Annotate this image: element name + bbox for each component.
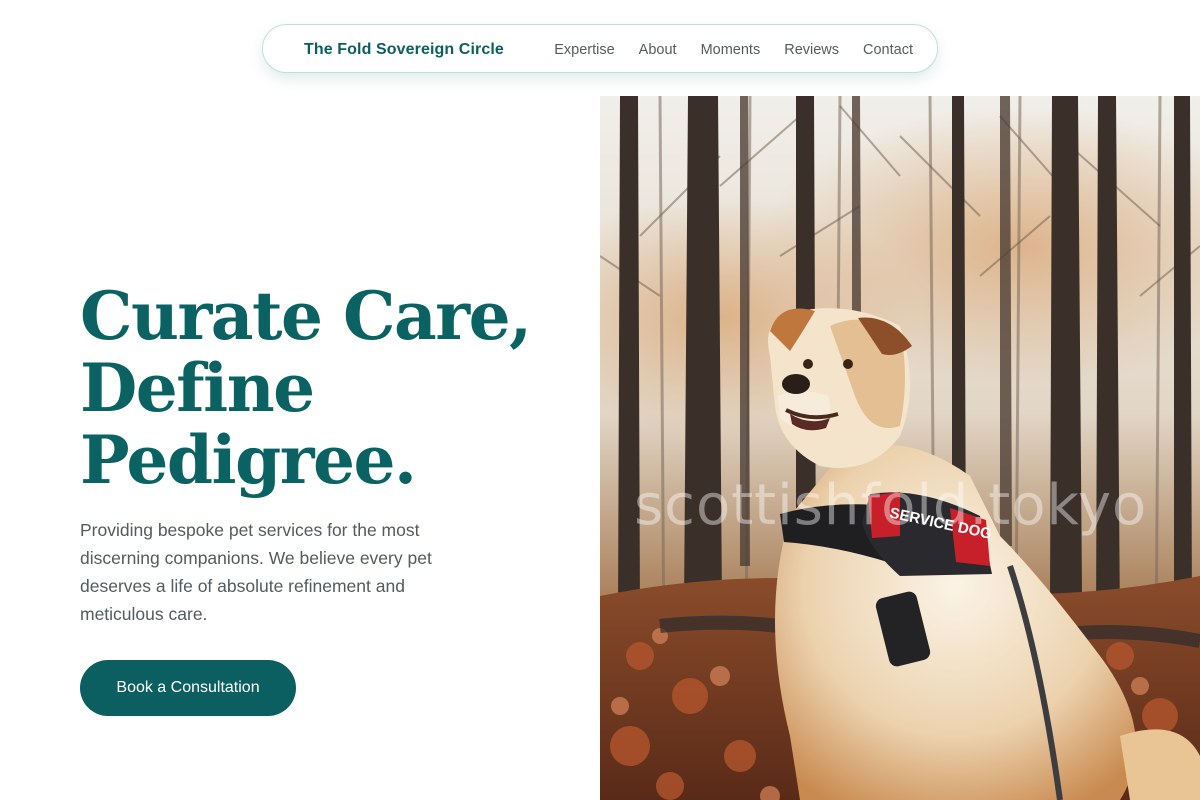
nav-link-moments[interactable]: Moments bbox=[701, 42, 761, 58]
hero-title-line: Pedigree. bbox=[80, 421, 417, 499]
nav-link-expertise[interactable]: Expertise bbox=[554, 42, 614, 58]
hero-description: Providing bespoke pet services for the m… bbox=[80, 520, 432, 624]
photo-watermark: scottishfold.tokyo bbox=[634, 473, 1147, 538]
hero-title: Curate Care, Define Pedigree. bbox=[80, 280, 580, 496]
brand-logo-text[interactable]: The Fold Sovereign Circle bbox=[304, 25, 504, 74]
top-nav: The Fold Sovereign Circle Expertise Abou… bbox=[262, 24, 938, 73]
nav-links: Expertise About Moments Reviews Contact bbox=[554, 25, 913, 74]
book-consultation-button[interactable]: Book a Consultation bbox=[80, 660, 296, 716]
nav-link-about[interactable]: About bbox=[639, 42, 677, 58]
hero-dog-photo: SERVICE DOG scottishfold.tokyo bbox=[600, 96, 1200, 800]
nav-link-reviews[interactable]: Reviews bbox=[784, 42, 839, 58]
nav-link-contact[interactable]: Contact bbox=[863, 42, 913, 58]
hero-title-line: Curate Care, bbox=[80, 277, 532, 355]
hero-title-line: Define bbox=[80, 349, 315, 427]
